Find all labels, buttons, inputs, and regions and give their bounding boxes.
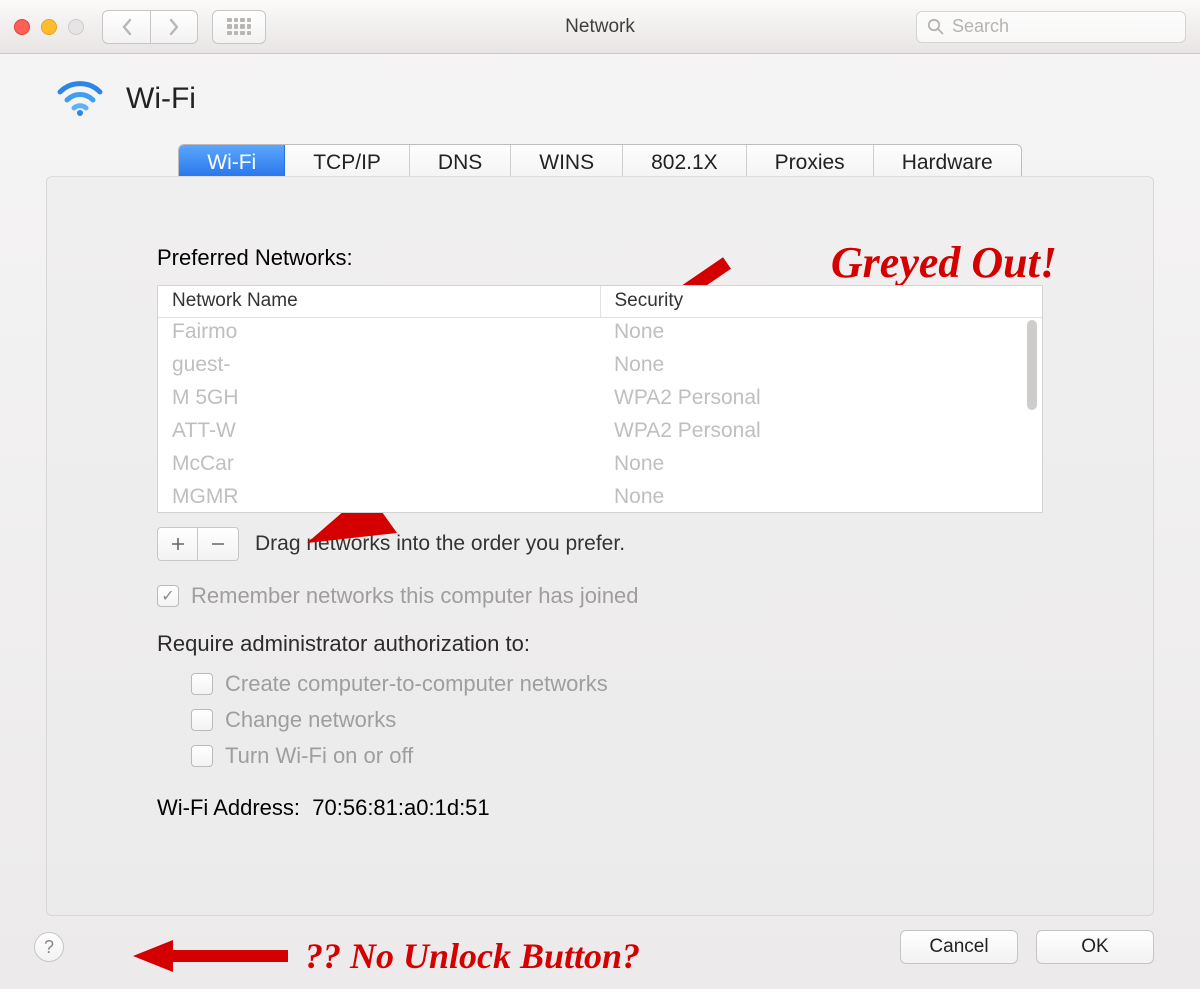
annotation-arrow-2 [133, 936, 293, 976]
plus-icon [171, 537, 185, 551]
create-networks-checkbox[interactable] [191, 673, 213, 695]
titlebar: Network Search [0, 0, 1200, 54]
grid-icon [227, 18, 251, 36]
help-button[interactable]: ? [34, 932, 64, 962]
change-networks-label: Change networks [225, 707, 396, 733]
zoom-window-button[interactable] [68, 19, 84, 35]
search-input[interactable]: Search [916, 11, 1186, 43]
wifi-address-row: Wi-Fi Address: 70:56:81:a0:1d:51 [157, 795, 1043, 821]
require-auth-label: Require administrator authorization to: [157, 631, 1043, 657]
add-remove-group [157, 527, 239, 561]
close-window-button[interactable] [14, 19, 30, 35]
preferred-networks-table: Network Name Security BECOME THE SOLUTIO… [157, 285, 1043, 513]
network-preferences-window: Network Search Wi-Fi Wi-Fi [0, 0, 1200, 989]
drag-hint: Drag networks into the order you prefer. [255, 532, 625, 556]
column-network-name[interactable]: Network Name [158, 286, 601, 317]
wifi-address-label: Wi-Fi Address: [157, 795, 300, 820]
change-networks-checkbox[interactable] [191, 709, 213, 731]
add-network-button[interactable] [158, 528, 198, 560]
nav-buttons [102, 10, 198, 44]
search-icon [927, 18, 944, 35]
remember-networks-label: Remember networks this computer has join… [191, 583, 639, 609]
wifi-icon [56, 82, 104, 116]
scrollbar[interactable] [1027, 320, 1039, 508]
minimize-window-button[interactable] [41, 19, 57, 35]
forward-button[interactable] [150, 10, 198, 44]
table-row: guest-None [158, 351, 1042, 384]
chevron-right-icon [168, 18, 180, 36]
table-body: BECOME THE SOLUTION FairmoNone guest-Non… [158, 318, 1042, 512]
cancel-button[interactable]: Cancel [900, 930, 1018, 964]
wifi-address-value: 70:56:81:a0:1d:51 [312, 795, 489, 820]
annotation-no-unlock: ?? No Unlock Button? [133, 935, 640, 977]
panel-title: Wi-Fi [126, 82, 196, 116]
remember-networks-checkbox[interactable] [157, 585, 179, 607]
chevron-left-icon [121, 18, 133, 36]
help-icon: ? [44, 937, 54, 958]
panel-header: Wi-Fi [0, 54, 1200, 144]
search-placeholder: Search [952, 16, 1009, 37]
minus-icon [211, 537, 225, 551]
table-row: M 5GHWPA2 Personal [158, 384, 1042, 417]
toggle-wifi-label: Turn Wi-Fi on or off [225, 743, 413, 769]
column-security[interactable]: Security [601, 286, 1043, 317]
table-row: McCarNone [158, 450, 1042, 483]
ok-button[interactable]: OK [1036, 930, 1154, 964]
table-row: FairmoNone [158, 318, 1042, 351]
annotation-greyed-out: Greyed Out! [831, 241, 1057, 285]
back-button[interactable] [102, 10, 150, 44]
show-all-button[interactable] [212, 10, 266, 44]
content-panel: Greyed Out! Preferred Networks: Network … [46, 176, 1154, 916]
remove-network-button[interactable] [198, 528, 238, 560]
table-row: MGMRNone [158, 483, 1042, 512]
window-controls [14, 19, 84, 35]
table-row: ATT-WWPA2 Personal [158, 417, 1042, 450]
create-networks-label: Create computer-to-computer networks [225, 671, 608, 697]
toggle-wifi-checkbox[interactable] [191, 745, 213, 767]
